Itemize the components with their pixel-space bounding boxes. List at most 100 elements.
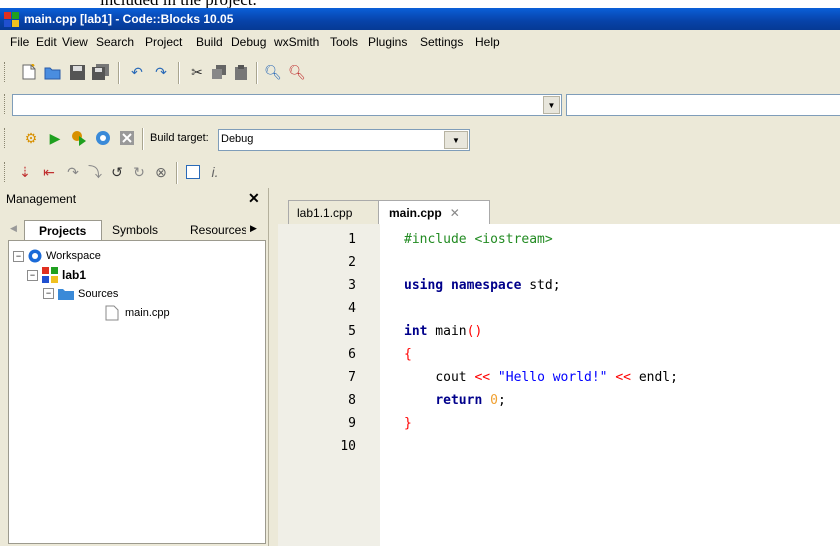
management-panel: Management ✕ ◀ Projects Symbols Resource…	[0, 188, 268, 546]
toolbar-separator	[178, 62, 180, 84]
line-number: 3	[348, 278, 356, 293]
title-bar: main.cpp [lab1] - Code::Blocks 10.05	[0, 8, 840, 30]
workspace-icon	[28, 249, 42, 263]
line-number: 2	[348, 255, 356, 270]
run-icon[interactable]: ▶	[46, 129, 64, 147]
code-line-6: {	[404, 347, 412, 362]
collapse-icon[interactable]: −	[13, 250, 24, 262]
search-input[interactable]	[566, 94, 840, 116]
build-and-run-icon[interactable]	[70, 129, 88, 147]
line-number: 9	[348, 416, 356, 431]
toolbar-separator	[142, 128, 144, 150]
code-editor[interactable]: #include <iostream> using namespace std;…	[380, 224, 840, 546]
line-number: 10	[340, 439, 356, 454]
code-line-9: }	[404, 416, 412, 431]
code-completion-combo[interactable]: ▼	[12, 94, 562, 116]
toolbar-grip	[4, 128, 8, 148]
collapse-icon[interactable]: −	[43, 288, 54, 299]
folder-icon	[58, 289, 74, 300]
code-line-8: return 0;	[435, 393, 506, 408]
project-tree: − Workspace − lab1 − Sources main.cpp	[8, 240, 266, 544]
file-icon	[105, 305, 119, 321]
toolbar-grip	[4, 94, 8, 114]
debug-toolbar: ⇣ ⇤ ↷ ⤵ ↺ ↻ ⊗ i.	[0, 156, 840, 188]
next-line-icon[interactable]: ↷	[64, 163, 82, 181]
window-title: main.cpp [lab1] - Code::Blocks 10.05	[24, 12, 234, 26]
menu-edit[interactable]: Edit	[36, 35, 57, 49]
undo-icon[interactable]: ↶	[128, 63, 146, 81]
tab-projects[interactable]: Projects	[24, 220, 102, 241]
tree-file-main-cpp[interactable]: main.cpp	[105, 305, 170, 321]
menu-view[interactable]: View	[62, 35, 88, 49]
step-out-icon[interactable]: ↺	[108, 163, 126, 181]
line-number: 1	[348, 232, 356, 247]
save-all-icon[interactable]	[92, 63, 110, 81]
cut-icon[interactable]: ✂	[188, 63, 206, 81]
management-title: Management	[6, 192, 77, 206]
menu-plugins[interactable]: Plugins	[368, 35, 407, 49]
search-toolbar: ▼	[0, 90, 840, 120]
build-target-label: Build target:	[150, 132, 209, 144]
menu-settings[interactable]: Settings	[420, 35, 463, 49]
run-to-cursor-icon[interactable]: ⇤	[40, 163, 58, 181]
tab-lab1-1-cpp[interactable]: lab1.1.cpp	[288, 200, 388, 225]
redo-icon[interactable]: ↷	[152, 63, 170, 81]
toolbar-separator	[176, 162, 178, 184]
build-toolbar: ⚙ ▶ Build target: Debug ▼	[0, 120, 840, 156]
code-line-3: using namespace std;	[404, 278, 561, 293]
paste-icon[interactable]	[232, 63, 250, 81]
menu-build[interactable]: Build	[196, 35, 223, 49]
menu-project[interactable]: Project	[145, 35, 182, 49]
main-toolbar: ↶ ↷ ✂ 🔍︎ 🔍︎	[0, 54, 840, 90]
build-target-select[interactable]: Debug ▼	[218, 129, 470, 151]
rebuild-icon[interactable]	[94, 129, 112, 147]
menu-wxsmith[interactable]: wxSmith	[274, 35, 319, 49]
debug-windows-icon[interactable]	[184, 163, 202, 181]
line-number-gutter: 1 2 3 4 5 6 7 8 9 10 −	[278, 224, 398, 546]
menu-tools[interactable]: Tools	[330, 35, 358, 49]
editor-pane: lab1.1.cpp main.cpp ✕ 1 2 3 4 5 6 7 8 9 …	[278, 188, 840, 546]
tree-project-lab1[interactable]: − lab1	[27, 267, 86, 283]
copy-icon[interactable]	[210, 63, 228, 81]
debug-start-icon[interactable]: ⇣	[16, 163, 34, 181]
open-folder-icon[interactable]	[44, 63, 62, 81]
menu-debug[interactable]: Debug	[231, 35, 266, 49]
menu-search[interactable]: Search	[96, 35, 134, 49]
menu-bar: File Edit View Search Project Build Debu…	[0, 30, 840, 54]
next-instruction-icon[interactable]: ↻	[130, 163, 148, 181]
line-number: 5	[348, 324, 356, 339]
replace-icon[interactable]: 🔍︎	[288, 63, 306, 81]
line-number: 6	[348, 347, 356, 362]
code-line-5: int main()	[404, 324, 483, 339]
menu-help[interactable]: Help	[475, 35, 500, 49]
code-line-1: #include <iostream>	[404, 232, 553, 247]
toolbar-separator	[118, 62, 120, 84]
code-line-7: cout << "Hello world!" << endl;	[435, 370, 678, 385]
toolbar-grip	[4, 62, 8, 82]
save-icon[interactable]	[68, 63, 86, 81]
tree-workspace[interactable]: − Workspace	[13, 249, 101, 263]
chevron-down-icon[interactable]: ▼	[543, 96, 560, 114]
menu-file[interactable]: File	[10, 35, 29, 49]
codeblocks-icon	[4, 12, 19, 27]
new-file-icon[interactable]	[20, 63, 38, 81]
tree-folder-sources[interactable]: − Sources	[43, 287, 118, 300]
toolbar-grip	[4, 162, 8, 182]
project-icon	[42, 267, 58, 283]
line-number: 4	[348, 301, 356, 316]
close-icon[interactable]: ✕	[248, 190, 260, 207]
chevron-down-icon[interactable]: ▼	[444, 131, 468, 149]
line-number: 8	[348, 393, 356, 408]
build-gear-icon[interactable]: ⚙	[22, 129, 40, 147]
tab-main-cpp[interactable]: main.cpp ✕	[378, 200, 490, 225]
step-into-icon[interactable]: ⤵	[86, 163, 104, 181]
stop-debugger-icon[interactable]: ⊗	[152, 163, 170, 181]
abort-icon[interactable]	[118, 129, 136, 147]
find-icon[interactable]: 🔍︎	[264, 63, 282, 81]
close-tab-icon[interactable]: ✕	[450, 206, 460, 220]
info-icon[interactable]: i.	[206, 163, 224, 181]
line-number: 7	[348, 370, 356, 385]
toolbar-separator	[256, 62, 258, 84]
management-tabs: ◀ Projects Symbols Resources ▶	[8, 220, 264, 241]
collapse-icon[interactable]: −	[27, 269, 38, 281]
